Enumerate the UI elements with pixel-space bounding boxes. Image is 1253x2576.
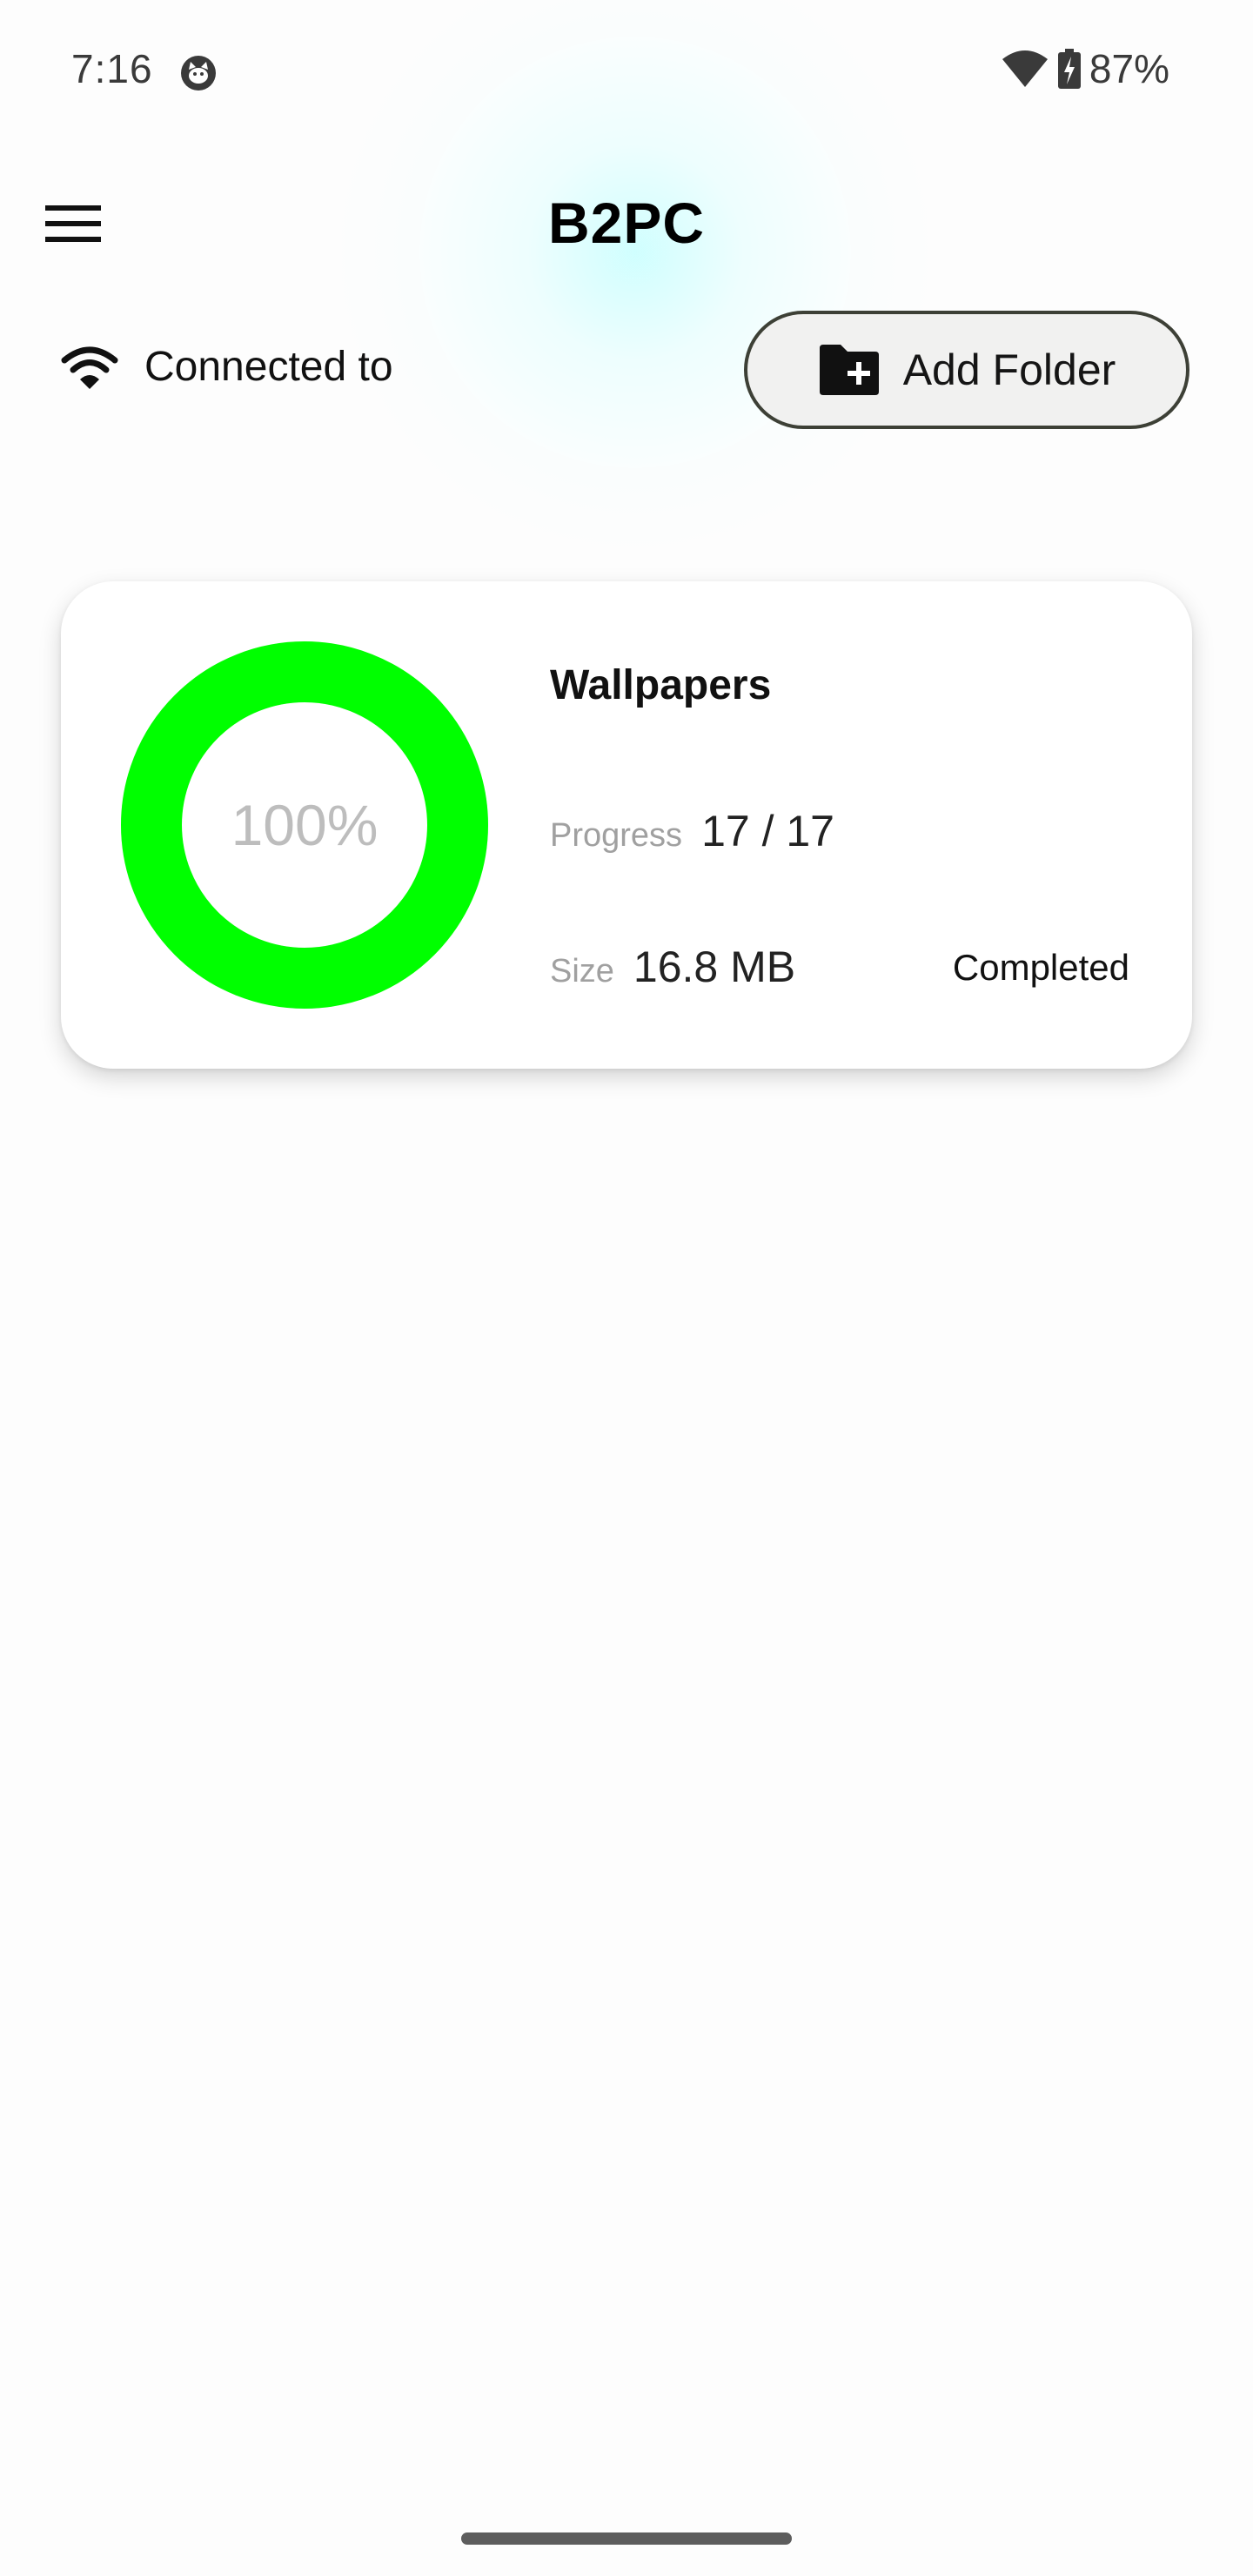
create-new-folder-icon bbox=[819, 345, 879, 395]
cat-face-icon bbox=[181, 56, 216, 91]
status-right-group: 87% bbox=[1001, 45, 1169, 92]
progress-percent: 100% bbox=[231, 793, 379, 857]
connection-label: Connected to bbox=[144, 344, 393, 390]
status-badge: Completed bbox=[952, 947, 1129, 988]
add-folder-button[interactable]: Add Folder bbox=[744, 311, 1189, 429]
wifi-icon bbox=[61, 346, 118, 389]
size-value: 16.8 MB bbox=[633, 943, 796, 991]
folder-name: Wallpapers bbox=[550, 662, 772, 708]
status-bar: 7:16 87% bbox=[0, 0, 1253, 148]
progress-value: 17 / 17 bbox=[701, 807, 834, 855]
battery-charging-icon bbox=[1057, 49, 1081, 89]
app-title: B2PC bbox=[547, 191, 706, 255]
home-indicator[interactable] bbox=[461, 2532, 792, 2545]
battery-percent: 87% bbox=[1089, 46, 1169, 91]
size-row: Size 16.8 MB bbox=[550, 942, 795, 992]
status-time: 7:16 bbox=[71, 46, 153, 91]
folder-card[interactable]: 100% Wallpapers Progress 17 / 17 Size 16… bbox=[61, 581, 1192, 1069]
wifi-icon bbox=[1002, 50, 1048, 87]
app-screen: 7:16 87% B2PC Connected to Add Folder 10… bbox=[0, 0, 1253, 2576]
add-folder-label: Add Folder bbox=[902, 345, 1116, 394]
size-label: Size bbox=[550, 953, 614, 989]
connection-status: Connected to bbox=[61, 343, 393, 391]
progress-label: Progress bbox=[550, 817, 683, 854]
progress-row: Progress 17 / 17 bbox=[550, 806, 834, 856]
